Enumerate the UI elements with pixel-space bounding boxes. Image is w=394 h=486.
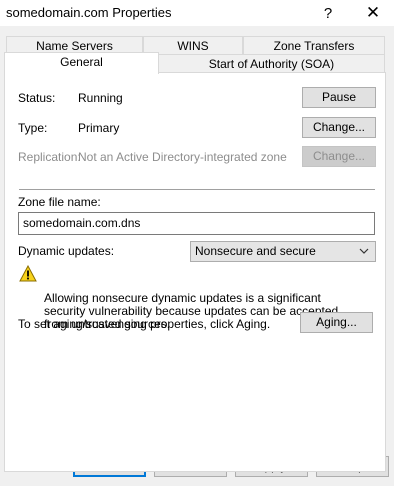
close-button[interactable]: ✕ [353, 0, 393, 26]
tab-start-of-authority[interactable]: Start of Authority (SOA) [158, 54, 385, 73]
dynamic-updates-label: Dynamic updates: [18, 244, 115, 258]
dynamic-updates-select[interactable]: Nonsecure and secure [190, 241, 376, 262]
change-replication-button: Change... [302, 146, 376, 167]
zone-file-input[interactable]: somedomain.com.dns [18, 212, 375, 235]
replication-value: Not an Active Directory-integrated zone [78, 150, 287, 164]
dialog-body: Name Servers WINS Zone Transfers Start o… [0, 26, 394, 486]
general-tab-panel: Status: Running Pause Type: Primary Chan… [4, 72, 386, 472]
status-value: Running [78, 91, 123, 105]
title-bar: somedomain.com Properties ? ✕ [0, 0, 394, 26]
pause-button[interactable]: Pause [302, 87, 376, 108]
help-question-button[interactable]: ? [308, 0, 348, 26]
window-title: somedomain.com Properties [6, 5, 172, 20]
change-type-button[interactable]: Change... [302, 117, 376, 138]
tab-general[interactable]: General [4, 52, 159, 74]
warning-icon [19, 264, 37, 285]
status-label: Status: [18, 91, 56, 105]
chevron-down-icon [359, 242, 369, 268]
zone-file-label: Zone file name: [18, 195, 101, 209]
type-value: Primary [78, 121, 120, 135]
tab-zone-transfers[interactable]: Zone Transfers [243, 36, 385, 55]
aging-button[interactable]: Aging... [300, 312, 373, 333]
separator [19, 189, 375, 190]
dynamic-updates-selected-value: Nonsecure and secure [195, 244, 316, 258]
aging-text: To set aging/scavenging properties, clic… [18, 317, 271, 331]
type-label: Type: [18, 121, 48, 135]
replication-label: Replication: [18, 150, 81, 164]
